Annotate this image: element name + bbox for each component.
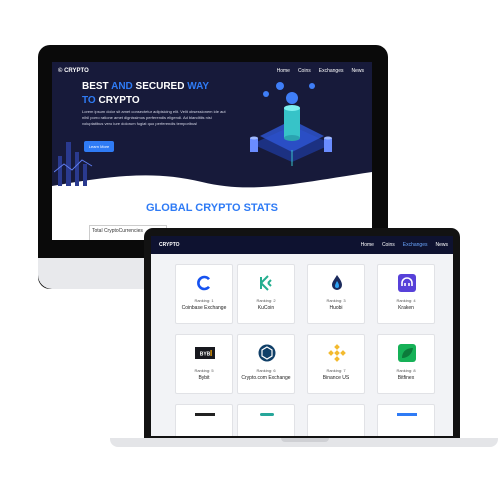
laptop-logo[interactable]: CRYPTO xyxy=(159,242,180,248)
nav-link-coins[interactable]: Coins xyxy=(298,68,311,74)
exchange-card[interactable]: Ranking: 3 Huobi xyxy=(307,264,365,324)
exchange-card[interactable]: Ranking: 1 Coinbase Exchange xyxy=(175,264,233,324)
exchange-name: Crypto.com Exchange xyxy=(241,375,291,381)
exchange-ranking: Ranking: 8 xyxy=(396,368,416,373)
exchange-card[interactable]: Ranking: 2 KuCoin xyxy=(237,264,295,324)
exchange-logo-partial xyxy=(260,413,274,416)
desktop-navbar: © CRYPTO Home Coins Exchanges News xyxy=(52,62,372,82)
exchange-name: Huobi xyxy=(329,305,343,311)
exchange-card[interactable] xyxy=(377,404,435,436)
huobi-icon xyxy=(327,273,347,293)
svg-text:BYB: BYB xyxy=(200,352,211,358)
exchange-name: Binance US xyxy=(322,375,350,381)
desktop-logo[interactable]: © CRYPTO xyxy=(58,68,89,74)
exchange-card[interactable]: Ranking: 6 Crypto.com Exchange xyxy=(237,334,295,394)
exchange-ranking: Ranking: 7 xyxy=(326,368,346,373)
exchange-name: Bitfinex xyxy=(397,375,415,381)
exchange-logo-partial xyxy=(195,413,215,416)
exchange-ranking: Ranking: 4 xyxy=(396,298,416,303)
exchange-ranking: Ranking: 5 xyxy=(194,368,214,373)
laptop-notch xyxy=(281,438,329,442)
exchange-card[interactable]: Ranking: 8 Bitfinex xyxy=(377,334,435,394)
hero-paragraph: Lorem ipsum dolor sit amet consectetur a… xyxy=(82,109,226,126)
exchange-name: KuCoin xyxy=(257,305,275,311)
exchange-ranking: Ranking: 2 xyxy=(256,298,276,303)
coinbase-icon xyxy=(195,273,215,293)
binance-icon xyxy=(327,343,347,363)
nav-link-exchanges[interactable]: Exchanges xyxy=(403,242,428,248)
nav-link-news[interactable]: News xyxy=(435,242,448,248)
nav-link-news[interactable]: News xyxy=(351,68,364,74)
laptop-navbar: CRYPTO Home Coins Exchanges News xyxy=(151,236,453,254)
exchange-card[interactable]: BYB Ranking: 5 Bybit xyxy=(175,334,233,394)
nav-link-coins[interactable]: Coins xyxy=(382,242,395,248)
exchange-card[interactable] xyxy=(307,404,365,436)
kraken-icon xyxy=(397,273,417,293)
exchange-name: Kraken xyxy=(398,305,414,311)
exchange-ranking: Ranking: 6 xyxy=(256,368,276,373)
bitfinex-icon xyxy=(397,343,417,363)
hero-headline: BEST AND SECURED WAY TO CRYPTO xyxy=(82,81,210,106)
cryptocom-icon xyxy=(257,343,277,363)
exchange-ranking: Ranking: 1 xyxy=(194,298,214,303)
bybit-icon: BYB xyxy=(195,343,215,363)
learn-more-button[interactable]: Learn More xyxy=(84,141,114,152)
nav-link-exchanges[interactable]: Exchanges xyxy=(319,68,344,74)
exchange-card[interactable]: Ranking: 4 Kraken xyxy=(377,264,435,324)
exchange-card[interactable] xyxy=(175,404,233,436)
desktop-nav-links: Home Coins Exchanges News xyxy=(277,68,364,74)
laptop-nav-links: Home Coins Exchanges News xyxy=(361,242,448,248)
hero-wave-decoration xyxy=(52,172,372,196)
exchange-name: Coinbase Exchange xyxy=(181,305,227,311)
kucoin-icon xyxy=(257,273,277,293)
nav-link-home[interactable]: Home xyxy=(361,242,374,248)
exchange-name: Bybit xyxy=(198,375,210,381)
exchange-card[interactable]: Ranking: 7 Binance US xyxy=(307,334,365,394)
exchange-card[interactable] xyxy=(237,404,295,436)
laptop-screen: CRYPTO Home Coins Exchanges News Ranking… xyxy=(151,236,453,436)
exchange-logo-partial xyxy=(397,413,417,416)
global-stats-title: GLOBAL CRYPTO STATS xyxy=(145,202,278,214)
desktop-screen: © CRYPTO Home Coins Exchanges News BEST … xyxy=(52,62,372,240)
exchange-ranking: Ranking: 3 xyxy=(326,298,346,303)
hero-section: © CRYPTO Home Coins Exchanges News BEST … xyxy=(52,62,372,196)
nav-link-home[interactable]: Home xyxy=(277,68,290,74)
